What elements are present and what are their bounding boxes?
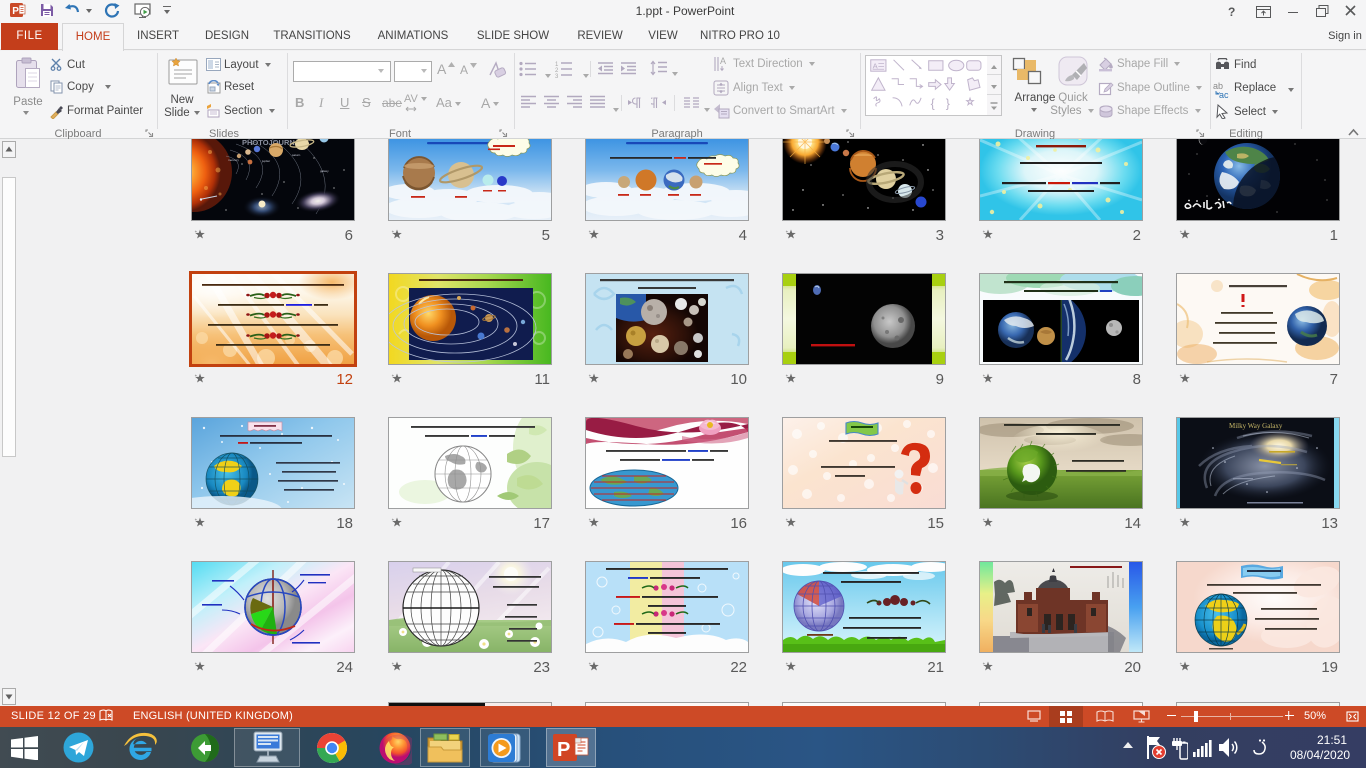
svg-text:jupiter: jupiter bbox=[261, 159, 270, 163]
svg-text:saturn: saturn bbox=[292, 153, 301, 157]
svg-text:P: P bbox=[557, 739, 570, 761]
svg-text:}: } bbox=[946, 96, 950, 110]
svg-text:A: A bbox=[720, 56, 726, 66]
svg-text:Milky Way Galaxy: Milky Way Galaxy bbox=[1229, 422, 1283, 430]
svg-text:P: P bbox=[12, 6, 19, 17]
svg-text:{: { bbox=[931, 96, 935, 110]
svg-text:ac: ac bbox=[1219, 90, 1229, 98]
svg-text:3: 3 bbox=[555, 74, 559, 78]
svg-text:mercury: mercury bbox=[228, 158, 239, 162]
svg-text:galaxy: galaxy bbox=[320, 169, 329, 173]
